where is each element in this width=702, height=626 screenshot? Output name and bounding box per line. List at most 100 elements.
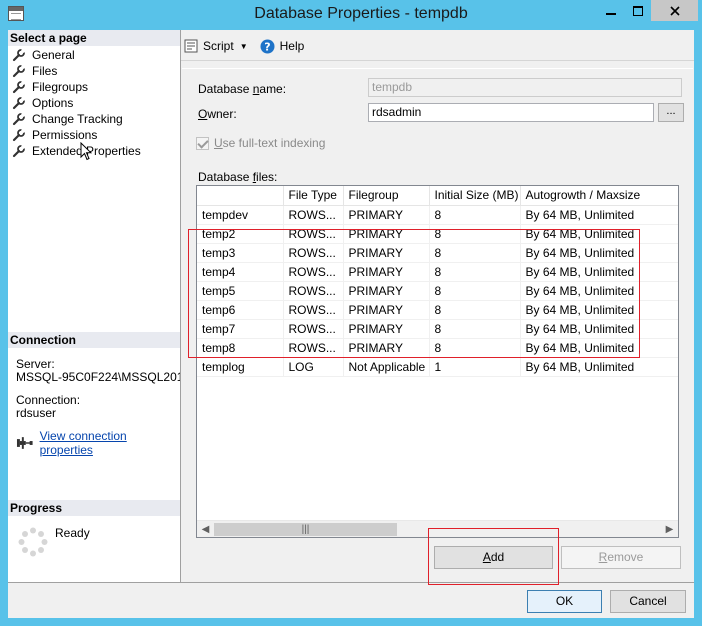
checkbox-checked-icon — [196, 136, 209, 150]
owner-browse-button[interactable]: ... — [658, 103, 684, 122]
label-part: Database — [198, 170, 253, 184]
wrench-icon — [12, 128, 26, 142]
connection-value: rdsuser — [16, 406, 57, 420]
label-part: iles: — [256, 170, 278, 184]
page-item-change-tracking[interactable]: Change Tracking — [8, 111, 180, 127]
cell[interactable]: By 64 MB, Unlimited — [520, 205, 678, 225]
cell[interactable]: templog — [197, 357, 284, 377]
wrench-icon — [12, 80, 26, 94]
page-item-label: Options — [32, 96, 74, 110]
svg-text:?: ? — [264, 40, 270, 53]
cell[interactable]: 8 — [429, 205, 521, 225]
cell[interactable]: tempdev — [197, 205, 284, 225]
owner-label: Owner: — [198, 107, 237, 121]
dialog-window: Database Properties - tempdb Select a pa… — [0, 0, 702, 626]
scroll-thumb[interactable]: ||| — [214, 523, 397, 536]
page-item-files[interactable]: Files — [8, 63, 180, 79]
cell[interactable]: 1 — [429, 357, 521, 377]
page-item-permissions[interactable]: Permissions — [8, 127, 180, 143]
cell[interactable]: PRIMARY — [343, 205, 430, 225]
progress-heading: Progress — [8, 500, 180, 516]
label-part: emove — [607, 550, 644, 564]
cancel-button[interactable]: Cancel — [610, 590, 686, 613]
page-item-filegroups[interactable]: Filegroups — [8, 79, 180, 95]
fulltext-indexing-checkbox[interactable]: Use full-text indexing — [196, 136, 325, 150]
table-row[interactable]: tempdev ROWS... PRIMARY 8 By 64 MB, Unlimite… — [197, 205, 678, 225]
scroll-right-icon[interactable]: ▶ — [661, 521, 678, 537]
chevron-down-icon[interactable]: ▼ — [240, 42, 248, 51]
script-label: Script — [203, 39, 234, 53]
mouse-cursor-icon — [80, 142, 92, 161]
label-part: ame: — [259, 82, 287, 96]
progress-spinner-icon — [18, 527, 48, 557]
footer-divider — [8, 582, 694, 583]
owner-field[interactable]: rdsadmin — [368, 103, 654, 122]
toolbar: Script ▼ ? Help — [184, 36, 312, 56]
page-item-label: General — [32, 48, 75, 62]
column-header-filegroup[interactable]: Filegroup — [343, 186, 430, 206]
progress-status: Ready — [55, 526, 90, 540]
ok-button[interactable]: OK — [527, 590, 602, 613]
cell[interactable]: LOG — [283, 357, 344, 377]
script-icon — [184, 39, 198, 53]
page-item-general[interactable]: General — [8, 47, 180, 63]
view-connection-link[interactable]: View connection properties — [40, 429, 180, 457]
wrench-icon — [12, 112, 26, 126]
maximize-button[interactable] — [624, 0, 651, 21]
wrench-icon — [12, 48, 26, 62]
column-header-logical-name[interactable] — [197, 186, 284, 206]
highlight-box-temp-files — [188, 229, 640, 358]
help-button[interactable]: ? Help — [260, 39, 305, 54]
cell[interactable]: Not Applicable — [343, 357, 430, 377]
column-header-autogrowth[interactable]: Autogrowth / Maxsize — [520, 186, 678, 206]
maximize-icon — [632, 5, 643, 16]
page-item-label: Permissions — [32, 128, 98, 142]
dialog-client-area: Select a page General Files Filegroups O… — [8, 30, 694, 618]
column-header-file-type[interactable]: File Type — [283, 186, 344, 206]
page-item-options[interactable]: Options — [8, 95, 180, 111]
help-icon: ? — [260, 39, 275, 53]
database-name-label: Database name: — [198, 82, 286, 96]
page-list: General Files Filegroups Options Change … — [8, 46, 180, 159]
cell[interactable]: ROWS... — [283, 205, 344, 225]
label-part: Database — [198, 82, 253, 96]
connection-properties-icon — [16, 437, 33, 449]
page-item-label: Files — [32, 64, 58, 78]
page-item-label: Filegroups — [32, 80, 89, 94]
server-value: MSSQL-95C0F224\MSSQL2014EE — [16, 370, 180, 384]
script-button[interactable]: Script ▼ — [184, 39, 252, 53]
database-files-label: Database files: — [198, 170, 277, 184]
connection-info: Server: MSSQL-95C0F224\MSSQL2014EE Conne… — [16, 358, 180, 420]
label-accelerator: R — [598, 550, 608, 564]
help-label: Help — [279, 39, 305, 53]
label-part: wner: — [207, 107, 237, 121]
scroll-left-icon[interactable]: ◀ — [197, 521, 214, 537]
page-item-extended-properties[interactable]: Extended Properties — [8, 143, 180, 159]
window-controls — [597, 0, 698, 21]
title-bar[interactable]: Database Properties - tempdb — [0, 0, 702, 30]
view-connection-properties[interactable]: View connection properties — [16, 429, 180, 457]
close-button[interactable] — [651, 0, 698, 21]
fulltext-label: Use full-text indexing — [214, 136, 325, 150]
column-header-initial-size[interactable]: Initial Size (MB) — [429, 186, 521, 206]
connection-heading: Connection — [8, 332, 180, 348]
label-accelerator: O — [198, 107, 208, 121]
table-row[interactable]: templog LOG Not Applicable 1 By 64 MB, Unlim… — [197, 357, 678, 377]
database-name-field: tempdb — [368, 78, 682, 97]
minimize-icon — [605, 12, 616, 15]
close-icon — [669, 5, 680, 16]
cell[interactable]: By 64 MB, Unlimited — [520, 357, 678, 377]
minimize-button[interactable] — [597, 0, 624, 21]
label-accelerator: U — [214, 136, 223, 150]
wrench-icon — [12, 64, 26, 78]
remove-button[interactable]: Remove — [561, 546, 681, 569]
wrench-icon — [12, 96, 26, 110]
toolbar-divider — [181, 60, 694, 61]
highlight-box-add-button — [428, 528, 559, 585]
select-page-heading: Select a page — [8, 30, 180, 46]
page-item-label: Change Tracking — [32, 112, 123, 126]
label-part: se full-text indexing — [222, 136, 326, 150]
left-pane: Select a page General Files Filegroups O… — [8, 30, 181, 582]
table-header-row: File Type Filegroup Initial Size (MB) Au… — [197, 186, 678, 206]
wrench-icon — [12, 144, 26, 158]
